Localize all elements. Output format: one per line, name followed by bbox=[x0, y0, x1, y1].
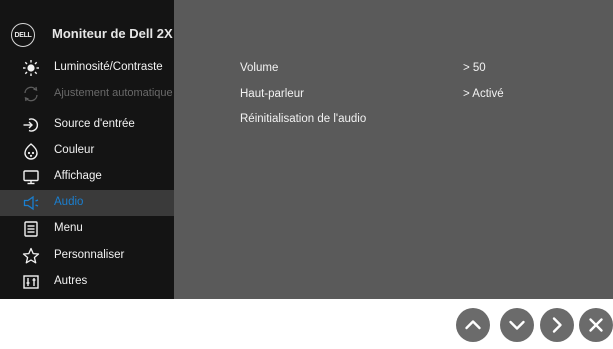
auto-adjust-icon bbox=[22, 85, 40, 103]
down-arrow-icon bbox=[509, 320, 525, 330]
app-title: Moniteur de Dell 2X bbox=[52, 26, 173, 41]
sun-icon bbox=[22, 59, 40, 77]
menu-item-brightness-contrast[interactable]: Luminosité/Contraste bbox=[0, 55, 174, 81]
close-icon bbox=[589, 318, 603, 332]
menu-item-label: Couleur bbox=[54, 144, 95, 156]
menu-item-personalize[interactable]: Personnaliser bbox=[0, 243, 174, 269]
menu-item-others[interactable]: Autres bbox=[0, 269, 174, 295]
menu-list-icon bbox=[22, 220, 40, 238]
menu-item-label: Luminosité/Contraste bbox=[54, 61, 163, 73]
menu-item-label: Autres bbox=[54, 275, 88, 287]
dell-logo: DELL bbox=[11, 23, 35, 47]
up-arrow-icon bbox=[465, 320, 481, 330]
star-icon bbox=[22, 247, 40, 265]
close-button[interactable] bbox=[579, 308, 613, 342]
sliders-icon bbox=[22, 273, 40, 291]
right-button[interactable] bbox=[540, 308, 574, 342]
brand-header: DELL Moniteur de Dell 2X bbox=[0, 0, 174, 58]
monitor-icon bbox=[22, 168, 40, 186]
sidebar: DELL Moniteur de Dell 2X Luminosité/Cont… bbox=[0, 0, 174, 299]
right-arrow-icon bbox=[552, 317, 562, 333]
menu-item-label: Affichage bbox=[54, 170, 102, 182]
menu-item-label: Menu bbox=[54, 222, 83, 234]
input-source-icon bbox=[22, 116, 40, 134]
osd-panel: DELL Moniteur de Dell 2X Luminosité/Cont… bbox=[0, 0, 613, 299]
menu-item-display[interactable]: Affichage bbox=[0, 164, 174, 190]
menu-item-label: Audio bbox=[54, 196, 84, 208]
down-button[interactable] bbox=[500, 308, 534, 342]
menu-item-menu[interactable]: Menu bbox=[0, 216, 174, 242]
menu-item-color[interactable]: Couleur bbox=[0, 138, 174, 164]
menu-item-input-source[interactable]: Source d'entrée bbox=[0, 112, 174, 138]
volume-value[interactable]: > 50 bbox=[463, 62, 486, 74]
menu-item-audio[interactable]: Audio bbox=[0, 190, 174, 216]
menu-item-label: Personnaliser bbox=[54, 249, 125, 261]
color-palette-icon bbox=[22, 142, 40, 160]
menu-item-auto-adjust: Ajustement automatique bbox=[0, 81, 174, 107]
speaker-label[interactable]: Haut-parleur bbox=[240, 88, 304, 100]
volume-label[interactable]: Volume bbox=[240, 62, 278, 74]
audio-reset-label[interactable]: Réinitialisation de l'audio bbox=[240, 113, 366, 125]
menu-item-label: Ajustement automatique bbox=[54, 87, 173, 99]
menu-item-label: Source d'entrée bbox=[54, 118, 135, 130]
speaker-icon bbox=[22, 194, 40, 212]
speaker-value[interactable]: > Activé bbox=[463, 88, 504, 100]
up-button[interactable] bbox=[456, 308, 490, 342]
